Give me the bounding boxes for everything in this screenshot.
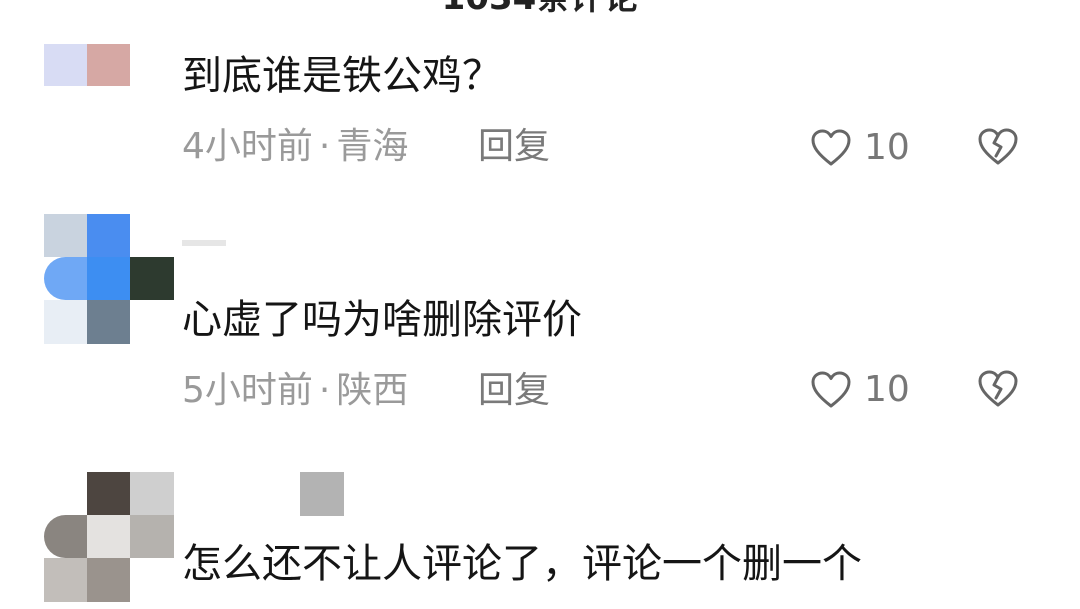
dislike-button[interactable] (976, 126, 1020, 170)
heart-outline-icon (810, 128, 852, 168)
comment-item: 到底谁是铁公鸡？ 4小时前 · 青海 回复 10 (0, 0, 1080, 200)
meta-separator: · (318, 126, 331, 167)
comment-location: 陕西 (336, 370, 409, 411)
dislike-button[interactable] (976, 368, 1020, 412)
comment-item: 怎么还不让人评论了，评论一个删一个 (0, 440, 1080, 609)
like-button[interactable]: 10 (810, 368, 910, 412)
comment-location: 青海 (336, 126, 409, 167)
like-count: 10 (864, 127, 910, 168)
broken-heart-icon (976, 368, 1020, 410)
reply-button[interactable]: 回复 (478, 370, 550, 412)
avatar[interactable] (44, 472, 174, 602)
meta-separator: · (318, 370, 331, 411)
like-count: 10 (864, 369, 910, 410)
comment-item: 心虚了吗为啥删除评价 5小时前 · 陕西 回复 10 (0, 200, 1080, 440)
like-button[interactable]: 10 (810, 126, 910, 170)
broken-heart-icon (976, 126, 1020, 168)
heart-outline-icon (810, 370, 852, 410)
comment-text: 心虚了吗为啥删除评价 (182, 297, 582, 343)
comment-text: 怎么还不让人评论了，评论一个删一个 (182, 541, 862, 587)
avatar[interactable] (44, 214, 174, 344)
comment-text: 到底谁是铁公鸡？ (182, 53, 502, 99)
comment-time: 4小时前 (182, 126, 313, 167)
comment-meta: 5小时前 · 陕西 (182, 370, 408, 412)
username-blurred (300, 472, 344, 516)
comment-time: 5小时前 (182, 370, 313, 411)
reply-button[interactable]: 回复 (478, 126, 550, 168)
username-blurred (182, 240, 226, 246)
avatar[interactable] (44, 44, 130, 86)
comment-meta: 4小时前 · 青海 (182, 126, 408, 168)
